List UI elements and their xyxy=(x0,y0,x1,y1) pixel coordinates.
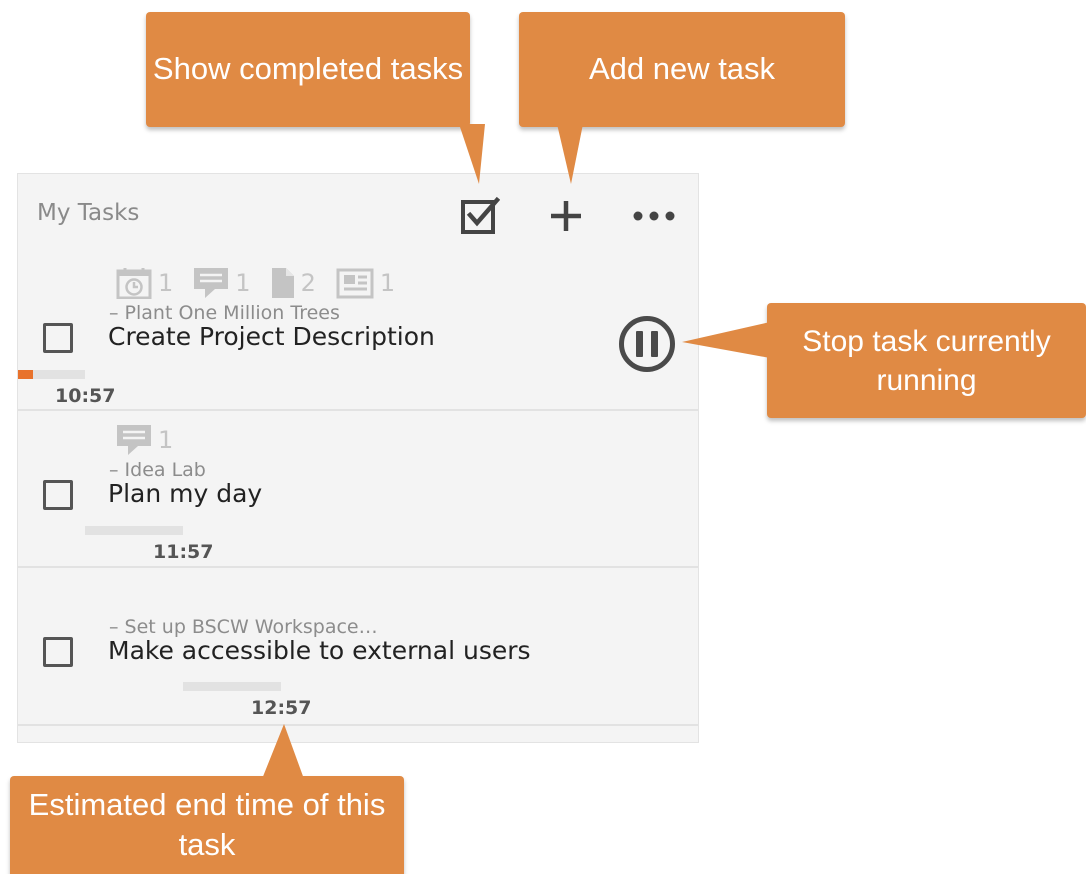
widget-header: My Tasks xyxy=(18,174,698,254)
alarm-icon xyxy=(116,268,152,299)
comment-icon xyxy=(194,268,229,298)
task-project[interactable]: – Idea Lab xyxy=(109,459,206,481)
document-count-value: 2 xyxy=(300,269,316,297)
task-project[interactable]: – Plant One Million Trees xyxy=(109,302,340,324)
callout-arrow xyxy=(459,124,485,184)
task-complete-checkbox[interactable] xyxy=(43,637,73,667)
task-complete-checkbox[interactable] xyxy=(43,323,73,353)
comment-count[interactable]: 1 xyxy=(116,424,173,456)
comment-icon xyxy=(117,425,151,455)
task-progress-bar xyxy=(183,682,281,691)
task-meta: 1 1 2 1 xyxy=(116,265,409,301)
callout-arrow xyxy=(262,724,304,779)
task-item[interactable]: 1 1 2 1 – Plant One Million Trees Create… xyxy=(18,254,698,411)
task-title[interactable]: Create Project Description xyxy=(108,322,435,351)
checkbox-checked-icon xyxy=(461,196,500,234)
task-item[interactable]: – Set up BSCW Workspace… Make accessible… xyxy=(18,568,698,726)
note-count-value: 1 xyxy=(379,269,396,297)
callout-end-time: Estimated end time of this task xyxy=(10,776,404,874)
comment-count-value: 1 xyxy=(158,426,174,454)
task-project[interactable]: – Set up BSCW Workspace… xyxy=(109,616,378,638)
callout-arrow xyxy=(557,124,583,184)
task-end-time: 12:57 xyxy=(251,697,312,719)
reminder-count-value: 1 xyxy=(158,269,174,297)
document-count[interactable]: 2 xyxy=(271,267,316,299)
task-title[interactable]: Plan my day xyxy=(108,479,262,508)
show-completed-button[interactable] xyxy=(458,194,502,238)
reminder-count[interactable]: 1 xyxy=(116,267,173,299)
task-meta: 1 xyxy=(116,422,187,458)
task-complete-checkbox[interactable] xyxy=(43,480,73,510)
task-end-time: 10:57 xyxy=(55,385,116,407)
add-task-button[interactable] xyxy=(544,194,588,238)
task-progress-bar xyxy=(18,370,85,379)
callout-arrow xyxy=(682,322,770,358)
task-item[interactable]: 1 – Idea Lab Plan my day 11:57 xyxy=(18,411,698,568)
more-options-button[interactable] xyxy=(632,194,676,238)
document-icon xyxy=(271,268,294,298)
comment-count-value: 1 xyxy=(235,269,251,297)
task-progress-fill xyxy=(18,370,33,379)
widget-title: My Tasks xyxy=(37,200,140,226)
task-end-time: 11:57 xyxy=(153,541,214,563)
stop-task-button[interactable] xyxy=(619,316,675,372)
task-title[interactable]: Make accessible to external users xyxy=(108,636,531,665)
callout-show-completed: Show completed tasks xyxy=(146,12,470,127)
note-icon xyxy=(336,268,374,299)
task-progress-bar xyxy=(85,526,183,535)
pause-icon xyxy=(636,331,643,357)
callout-stop-task: Stop task currently running xyxy=(767,303,1086,418)
callout-add-task: Add new task xyxy=(519,12,845,127)
note-count[interactable]: 1 xyxy=(336,267,395,299)
comment-count[interactable]: 1 xyxy=(193,267,251,299)
my-tasks-widget: My Tasks 1 1 2 1 – Plant One Million Tre… xyxy=(17,173,699,743)
plus-icon xyxy=(551,201,581,231)
more-icon xyxy=(633,211,675,221)
